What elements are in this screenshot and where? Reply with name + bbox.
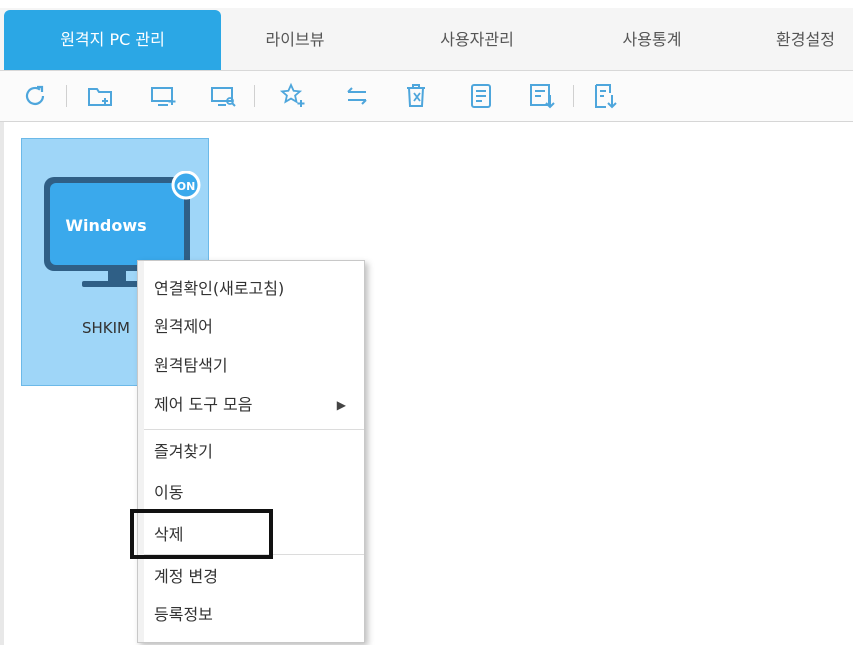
context-menu: 연결확인(새로고침) 원격제어 원격탐색기 제어 도구 모음 ▶ 즐겨찾기 이동… xyxy=(137,260,365,643)
export-icon[interactable] xyxy=(527,81,557,111)
menu-item-control-tools[interactable]: 제어 도구 모음 ▶ xyxy=(154,389,354,421)
tab-usage-statistics[interactable]: 사용통계 xyxy=(592,10,712,70)
add-favorite-icon[interactable] xyxy=(278,81,308,111)
main-tab-bar: 원격지 PC 관리 라이브뷰 사용자관리 사용통계 환경설정 xyxy=(0,0,853,71)
top-strip xyxy=(0,0,853,8)
delete-icon[interactable] xyxy=(402,81,432,111)
toolbar-separator xyxy=(66,85,67,107)
refresh-icon[interactable] xyxy=(20,81,50,111)
menu-item-label: 계정 변경 xyxy=(154,567,218,586)
menu-item-remote-explorer[interactable]: 원격탐색기 xyxy=(154,350,354,382)
tab-user-management[interactable]: 사용자관리 xyxy=(412,10,542,70)
status-badge: ON xyxy=(177,180,196,193)
tab-live-view[interactable]: 라이브뷰 xyxy=(235,10,355,70)
menu-item-label: 원격탐색기 xyxy=(154,356,228,375)
tab-remote-pc-management[interactable]: 원격지 PC 관리 xyxy=(4,10,221,70)
toolbar xyxy=(0,71,853,122)
menu-separator xyxy=(144,429,364,430)
toolbar-separator xyxy=(573,85,574,107)
menu-gutter xyxy=(138,261,144,642)
pc-name: SHKIM xyxy=(82,319,131,337)
menu-item-remote-control[interactable]: 원격제어 xyxy=(154,311,354,343)
delete-highlight-box xyxy=(130,509,273,559)
menu-item-label: 이동 xyxy=(154,483,184,502)
menu-item-label: 제어 도구 모음 xyxy=(154,395,253,414)
add-pc-icon[interactable] xyxy=(148,81,178,111)
menu-item-label: 즐겨찾기 xyxy=(154,442,213,461)
list-icon[interactable] xyxy=(466,81,496,111)
submenu-arrow-icon: ▶ xyxy=(336,398,346,412)
tab-settings[interactable]: 환경설정 xyxy=(758,10,853,70)
menu-item-move[interactable]: 이동 xyxy=(154,477,354,509)
move-icon[interactable] xyxy=(342,81,372,111)
menu-item-refresh-connection[interactable]: 연결확인(새로고침) xyxy=(154,273,354,305)
menu-item-label: 원격제어 xyxy=(154,317,213,336)
add-folder-icon[interactable] xyxy=(85,81,115,111)
left-border xyxy=(0,122,4,645)
os-label: Windows xyxy=(65,216,146,235)
menu-item-label: 연결확인(새로고침) xyxy=(154,279,285,298)
toolbar-separator xyxy=(254,85,255,107)
menu-item-properties[interactable]: 등록정보 xyxy=(154,599,354,631)
import-icon[interactable] xyxy=(590,81,620,111)
menu-item-favorites[interactable]: 즐겨찾기 xyxy=(154,436,354,468)
menu-item-label: 등록정보 xyxy=(154,605,213,624)
menu-item-change-account[interactable]: 계정 변경 xyxy=(154,561,354,593)
search-pc-icon[interactable] xyxy=(208,81,238,111)
